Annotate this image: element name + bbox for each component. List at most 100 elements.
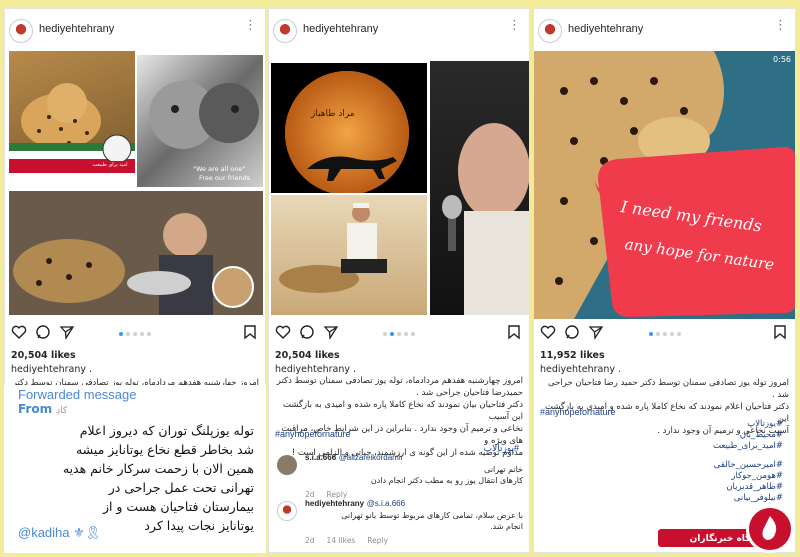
- more-options-icon[interactable]: ⋮: [774, 19, 787, 33]
- hashtag[interactable]: #محیط_بان: [713, 430, 783, 441]
- comment-like-heart-icon[interactable]: ♡: [514, 513, 521, 522]
- share-icon[interactable]: [588, 324, 604, 344]
- surgery-photo: [9, 191, 263, 315]
- like-heart-icon[interactable]: [540, 324, 556, 344]
- share-icon[interactable]: [59, 324, 75, 344]
- image-caption-free: Free our friends: [199, 174, 251, 182]
- like-count[interactable]: 20,504 likes: [11, 350, 76, 361]
- like-heart-icon[interactable]: [11, 324, 27, 344]
- post-image-surgery[interactable]: [9, 191, 263, 315]
- comment-like-heart-icon[interactable]: ♡: [514, 467, 521, 476]
- comment-mention[interactable]: @s.i.a.666: [367, 499, 405, 508]
- hashtag[interactable]: #طاهر_قدیریان: [713, 482, 783, 493]
- username[interactable]: hediyehtehrany: [39, 23, 114, 35]
- image-caption-we-are: "We are all one": [193, 165, 246, 173]
- carousel-dot: [676, 332, 681, 336]
- comment-username[interactable]: s.i.a.666: [305, 453, 336, 462]
- comment: s.i.a.666 @alizareikordamir خانم تهرانی …: [305, 453, 523, 499]
- carousel-dot: [390, 332, 394, 336]
- post-video-cheetah-sign[interactable]: 0:56 I need my friends any hope for natu…: [534, 51, 795, 319]
- carousel-dot: [397, 332, 401, 336]
- carousel-dots: [648, 332, 681, 336]
- username[interactable]: hediyehtehrany: [568, 23, 643, 35]
- hashtag-anyhopefornature[interactable]: #anyhopefornature: [540, 407, 616, 417]
- comment-meta: 2d Reply: [305, 490, 523, 499]
- hashtag[interactable]: #یوزتالاپ: [713, 419, 783, 430]
- comment-icon[interactable]: [299, 324, 315, 344]
- forwarded-title: Forwarded message: [18, 387, 137, 402]
- caption-author[interactable]: hediyehtehrany .: [275, 364, 356, 375]
- more-options-icon[interactable]: ⋮: [508, 19, 521, 33]
- like-count[interactable]: 20,504 likes: [275, 350, 340, 361]
- from-name[interactable]: کادِ: [56, 406, 67, 416]
- carousel-dot: [648, 332, 653, 336]
- avatar[interactable]: [9, 19, 33, 43]
- comment-avatar[interactable]: [277, 455, 297, 475]
- hashtag-list: #یوزتالاپ #محیط_بان #امید_برای_طبیعت #ام…: [713, 419, 783, 504]
- post-header: hediyehtehrany ⋮: [534, 9, 795, 49]
- comment-likes[interactable]: 14 likes: [327, 536, 356, 545]
- comment-username[interactable]: hediyehtehrany: [305, 499, 364, 508]
- caption-author[interactable]: hediyehtehrany .: [11, 364, 92, 375]
- more-options-icon[interactable]: ⋮: [244, 19, 257, 33]
- forwarded-signature[interactable]: @kadiha ⚜🎗: [18, 525, 101, 541]
- action-bar: [5, 321, 265, 347]
- hashtag-anyhopefornature[interactable]: #anyhopefornature: [275, 429, 351, 439]
- comment-icon[interactable]: [35, 324, 51, 344]
- carousel-dot: [147, 332, 151, 336]
- carousel-dot: [126, 332, 130, 336]
- hashtag[interactable]: #هومن_جوکار: [713, 471, 783, 482]
- post-image-cheetah-sticker[interactable]: امید برای طبیعت: [9, 51, 135, 173]
- comment-icon[interactable]: [564, 324, 580, 344]
- caption-author[interactable]: hediyehtehrany .: [540, 364, 621, 375]
- carousel-dot: [133, 332, 137, 336]
- desert-man-photo: [279, 203, 387, 293]
- hashtag[interactable]: #امیرحسین_خالقی: [713, 460, 783, 471]
- post-3: hediyehtehrany ⋮ 0:56 I need my friends …: [533, 8, 796, 553]
- video-timestamp: 0:56: [773, 55, 791, 64]
- post-image-desert-man[interactable]: [271, 195, 427, 315]
- from-label: From: [18, 402, 53, 416]
- cheetah-sign-video-frame: [534, 51, 795, 319]
- reply-button[interactable]: Reply: [327, 490, 348, 499]
- logo-flame-icon: [762, 516, 777, 540]
- carousel-dot: [119, 332, 123, 336]
- action-bar: [269, 321, 529, 347]
- post-header: hediyehtehrany ⋮: [269, 9, 529, 49]
- avatar[interactable]: [538, 19, 562, 43]
- post-image-lion-face[interactable]: "We are all one" Free our friends: [137, 55, 263, 187]
- like-heart-icon[interactable]: [275, 324, 291, 344]
- comment-text: با عرض سلام، تمامی کارهای مربوط توسط بان…: [341, 511, 523, 531]
- post-image-moon-cheetah[interactable]: مراد طاهباز: [271, 63, 427, 193]
- comment-text: خانم تهرانی کارهای انتقال یوز رو به مطب …: [370, 465, 523, 485]
- avatar[interactable]: [273, 19, 297, 43]
- username[interactable]: hediyehtehrany: [303, 23, 378, 35]
- forwarded-body: توله یوزپلنگ توران که دیروز اعلام شد بخا…: [62, 423, 254, 533]
- carousel-dot: [383, 332, 387, 336]
- comment-meta: 2d 14 likes Reply: [305, 536, 523, 545]
- moon-silhouette-illustration: [285, 71, 409, 193]
- comment-mention[interactable]: @alizareikordamir: [339, 453, 404, 462]
- hashtag[interactable]: #امید_برای_طبیعت: [713, 441, 783, 452]
- carousel-dot: [669, 332, 674, 336]
- like-count[interactable]: 11,952 likes: [540, 350, 605, 361]
- comment-avatar[interactable]: [277, 501, 297, 521]
- hashtag-spacer: [713, 452, 783, 460]
- share-icon[interactable]: [323, 324, 339, 344]
- bookmark-icon[interactable]: [773, 324, 787, 344]
- post-header: hediyehtehrany ⋮: [5, 9, 265, 49]
- action-bar: [534, 321, 795, 347]
- carousel-dot: [655, 332, 660, 336]
- carousel-dot: [662, 332, 667, 336]
- bookmark-icon[interactable]: [507, 324, 521, 344]
- carousel-dots: [383, 332, 415, 336]
- carousel-dot: [140, 332, 144, 336]
- reply-button[interactable]: Reply: [367, 536, 388, 545]
- carousel-dots: [119, 332, 151, 336]
- bookmark-icon[interactable]: [243, 324, 257, 344]
- post-image-microphone[interactable]: [430, 61, 529, 315]
- post-2: hediyehtehrany ⋮ مراد طاهباز 20,504 like…: [268, 8, 530, 553]
- man-microphone-photo: [442, 123, 529, 315]
- comment-time: 2d: [305, 536, 315, 545]
- moon-text: مراد طاهباز: [311, 109, 355, 119]
